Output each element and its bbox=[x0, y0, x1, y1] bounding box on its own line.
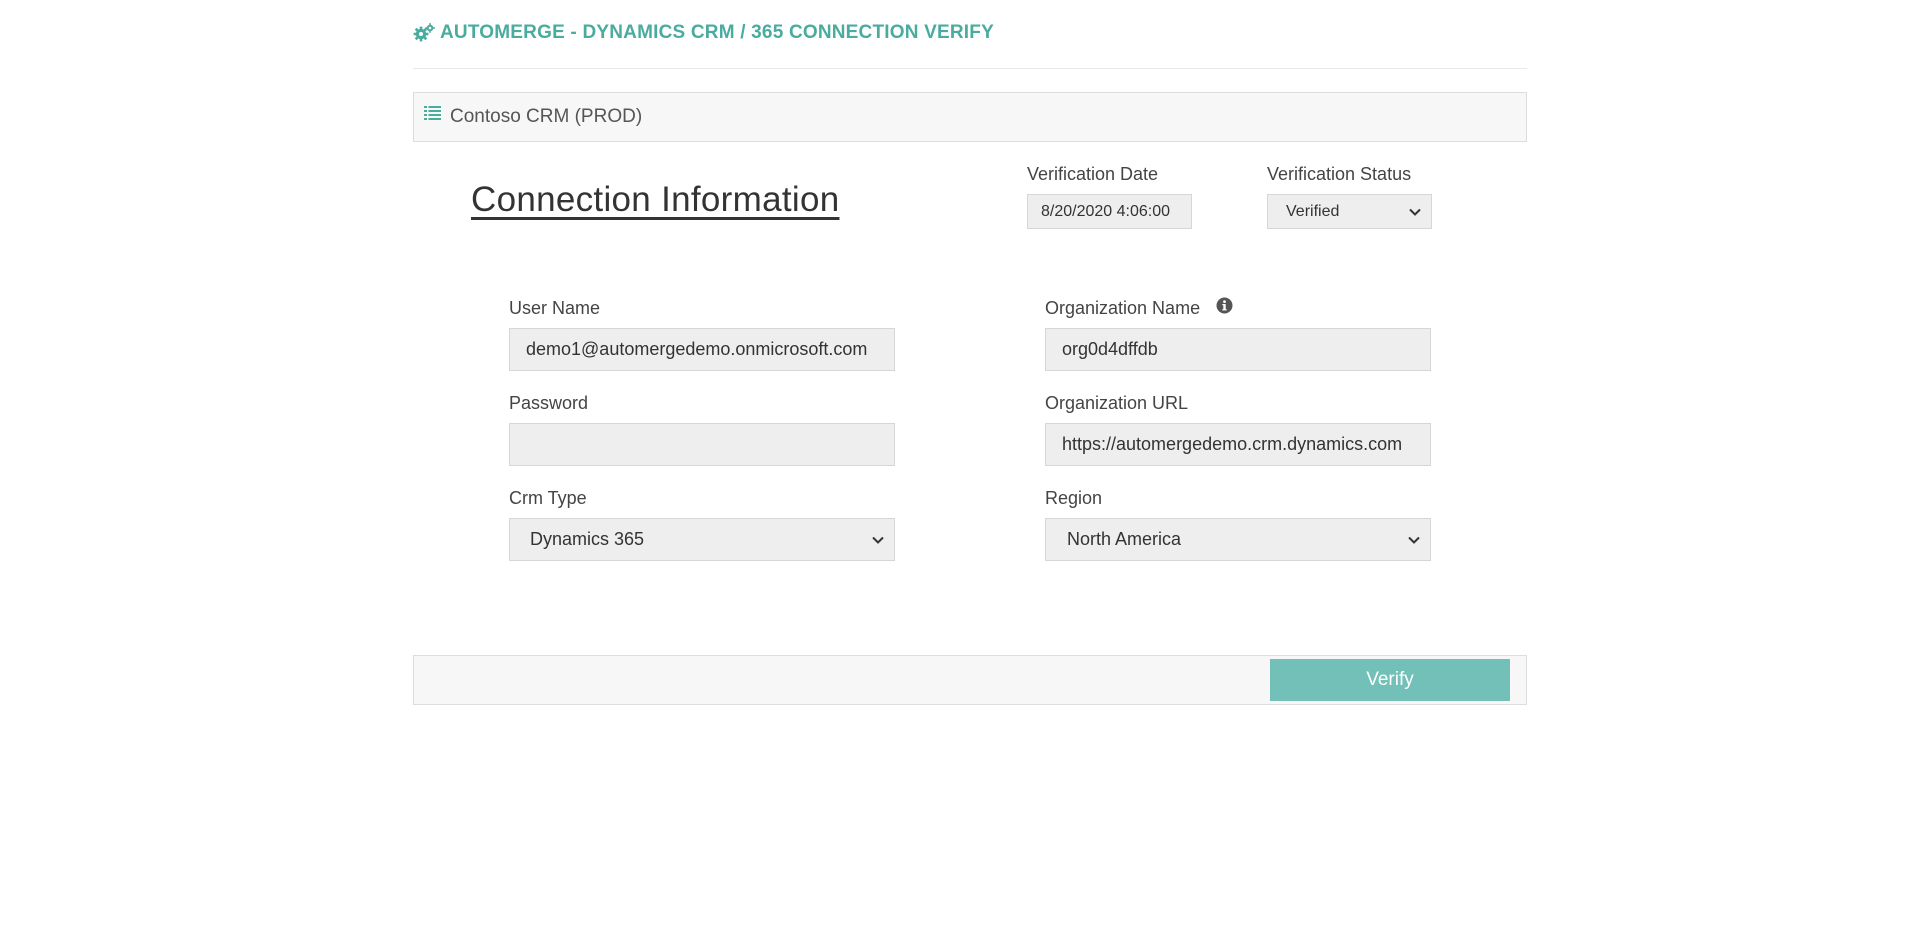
region-label: Region bbox=[1045, 488, 1103, 508]
organization-url-label: Organization URL bbox=[1045, 393, 1189, 413]
user-name-value: demo1@automergedemo.onmicrosoft.com bbox=[526, 339, 868, 359]
header-divider bbox=[413, 68, 1527, 69]
footer-bar: Verify bbox=[413, 655, 1527, 705]
verification-status-value: Verified bbox=[1286, 202, 1340, 220]
organization-name-label: Organization Name bbox=[1045, 298, 1201, 318]
organization-name-value: org0d4dffdb bbox=[1062, 339, 1158, 359]
password-label: Password bbox=[509, 393, 589, 413]
connection-information-heading: Connection Information bbox=[471, 180, 840, 219]
crm-type-select[interactable]: Dynamics 365 bbox=[509, 518, 895, 561]
page-header: AUTOMERGE - DYNAMICS CRM / 365 CONNECTIO… bbox=[413, 18, 994, 48]
verification-date-field[interactable]: 8/20/2020 4:06:00 bbox=[1027, 194, 1192, 229]
organization-name-field[interactable]: org0d4dffdb bbox=[1045, 328, 1431, 371]
region-select[interactable]: North America bbox=[1045, 518, 1431, 561]
crm-type-label: Crm Type bbox=[509, 488, 587, 508]
page-title: AUTOMERGE - DYNAMICS CRM / 365 CONNECTIO… bbox=[440, 22, 994, 43]
password-field[interactable] bbox=[509, 423, 895, 466]
verification-status-label: Verification Status bbox=[1267, 164, 1412, 184]
verify-button[interactable]: Verify bbox=[1270, 659, 1510, 701]
chevron-down-icon bbox=[872, 536, 884, 544]
organization-url-value: https://automergedemo.crm.dynamics.com bbox=[1062, 434, 1403, 454]
list-icon bbox=[424, 106, 441, 120]
region-value: North America bbox=[1067, 529, 1182, 549]
verification-date-label: Verification Date bbox=[1027, 164, 1159, 184]
gears-icon bbox=[413, 23, 435, 42]
main-container: AUTOMERGE - DYNAMICS CRM / 365 CONNECTIO… bbox=[413, 0, 1527, 932]
info-icon[interactable] bbox=[1216, 297, 1233, 314]
user-name-label: User Name bbox=[509, 298, 601, 318]
connection-name: Contoso CRM (PROD) bbox=[450, 106, 643, 127]
crm-type-value: Dynamics 365 bbox=[530, 529, 645, 549]
chevron-down-icon bbox=[1408, 536, 1420, 544]
organization-url-field[interactable]: https://automergedemo.crm.dynamics.com bbox=[1045, 423, 1431, 466]
verification-date-value: 8/20/2020 4:06:00 bbox=[1041, 202, 1171, 220]
verification-status-select[interactable]: Verified bbox=[1267, 194, 1432, 229]
connection-panel-bar: Contoso CRM (PROD) bbox=[413, 92, 1527, 142]
chevron-down-icon bbox=[1409, 208, 1421, 216]
user-name-field[interactable]: demo1@automergedemo.onmicrosoft.com bbox=[509, 328, 895, 371]
